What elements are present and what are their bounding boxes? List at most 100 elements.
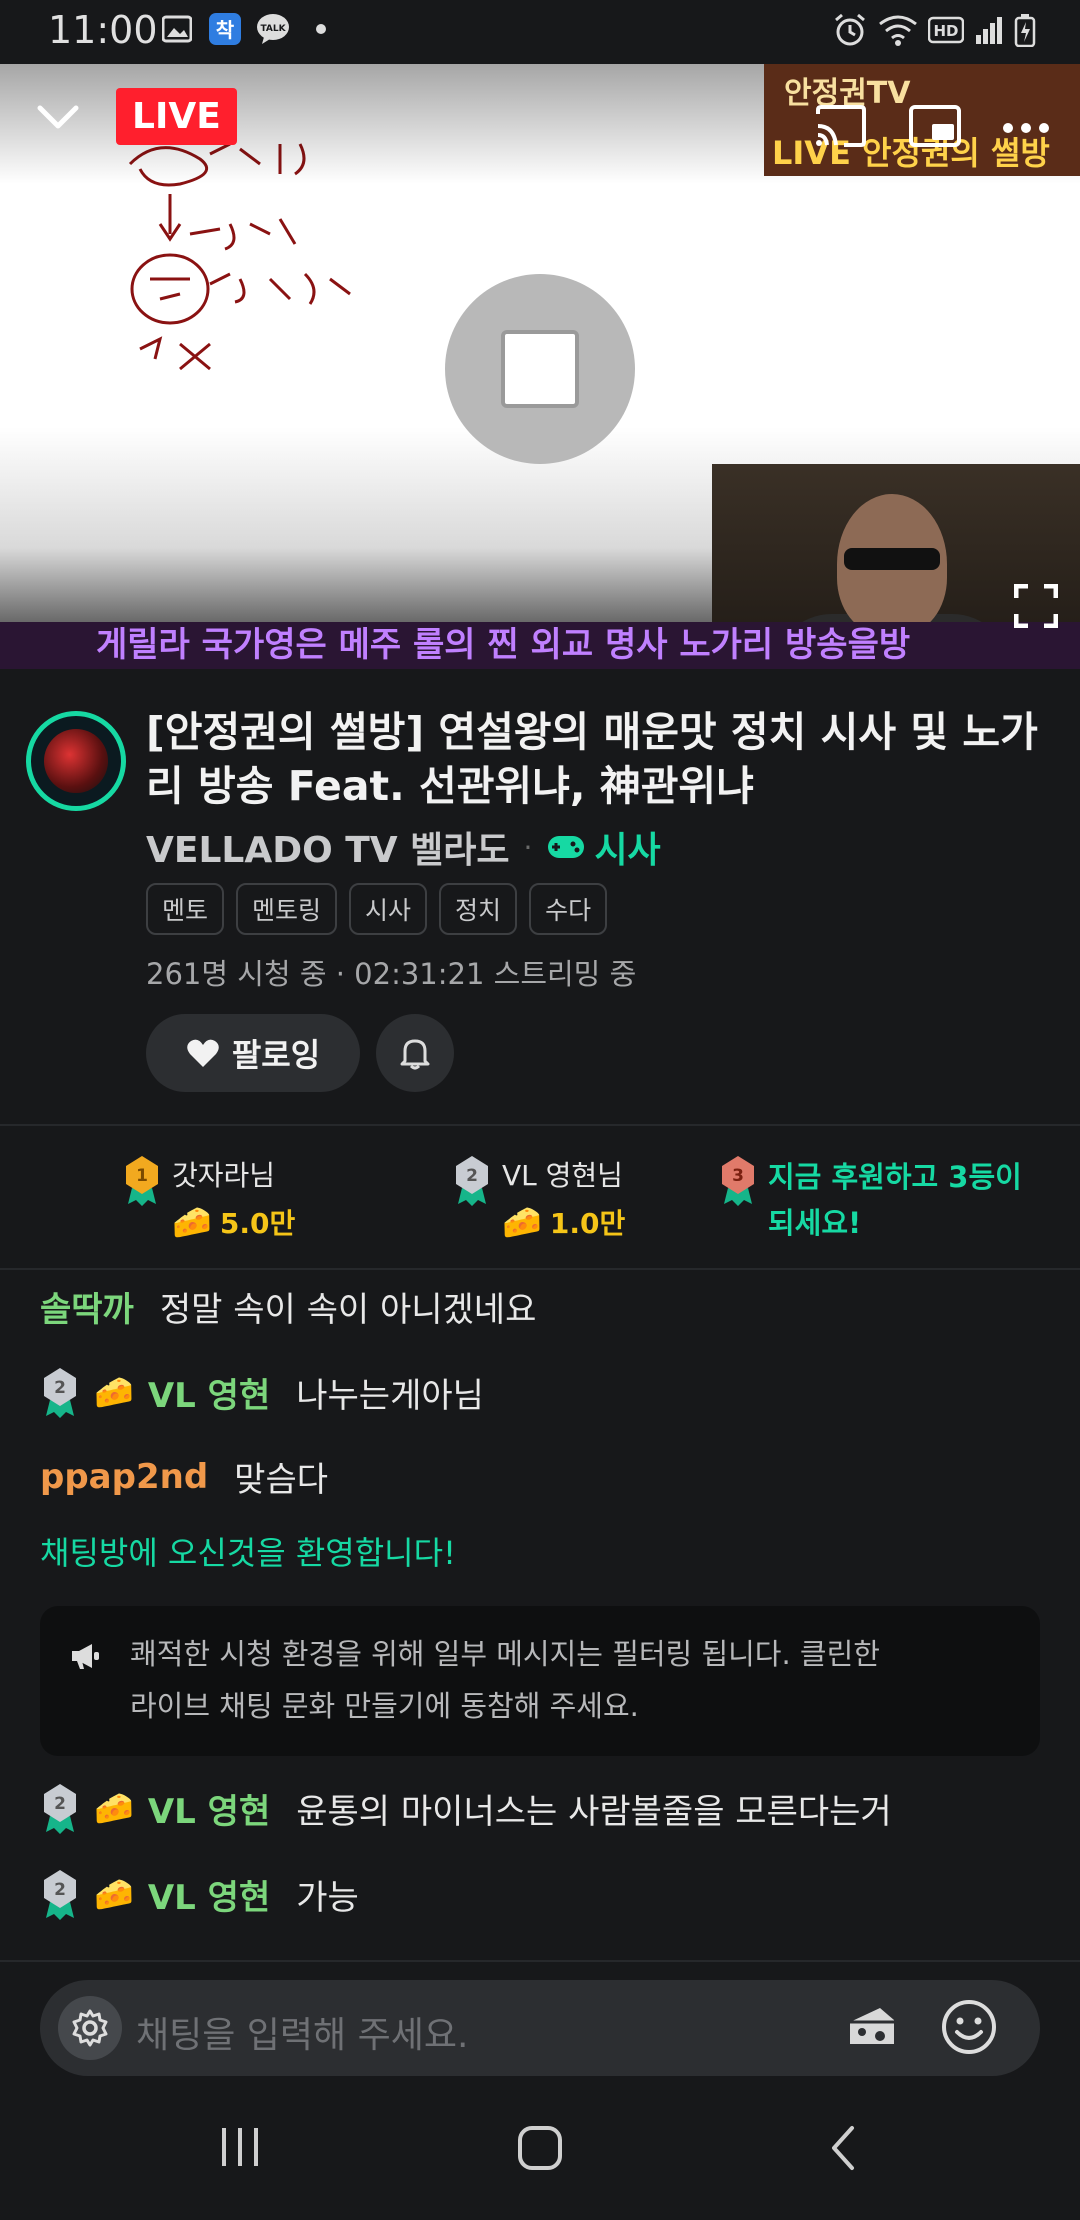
chat-input-placeholder: 채팅을 입력해 주세요.: [136, 2015, 469, 2056]
emoji-button[interactable]: [940, 1998, 998, 2060]
smiley-icon: [942, 2000, 996, 2054]
follow-button[interactable]: 팔로잉: [146, 1014, 360, 1092]
cheese-icon: 🧀: [94, 1373, 134, 1411]
viewer-count: 261명 시청 중: [146, 957, 327, 991]
recent-apps-button[interactable]: [218, 2124, 262, 2174]
chat-username[interactable]: VL 영현: [148, 1368, 270, 1417]
cheese-icon: 🧀: [502, 1203, 542, 1241]
stream-stats: 261명 시청 중 · 02:31:21 스트리밍 중: [146, 951, 636, 993]
chat-list[interactable]: 솔딱까 정말 속이 속이 아니겠네요 2 🧀 VL 영현 나누는게아님 ppap…: [0, 1270, 1080, 1960]
cheese-icon: [850, 2008, 894, 2044]
status-right-icons: HD: [832, 12, 1036, 52]
chat-message[interactable]: ppap2nd 맞슴다: [40, 1452, 328, 1501]
separator-dot: ·: [523, 830, 533, 864]
alarm-icon: [832, 12, 868, 52]
stream-uptime: 02:31:21 스트리밍 중: [354, 957, 637, 991]
separator-dot: ·: [335, 957, 355, 991]
silver-medal-icon: 2: [456, 1156, 488, 1206]
battery-icon: [1014, 13, 1036, 51]
rank-first[interactable]: 1 갓자라님 🧀 5.0만: [122, 1154, 295, 1242]
tag-chip[interactable]: 수다: [529, 883, 608, 935]
chat-text: 나누는게아님: [296, 1375, 484, 1416]
chat-username[interactable]: 솔딱까: [40, 1282, 134, 1331]
rank-third-cta: 지금 후원하고 3등이 되세요!: [768, 1160, 1022, 1240]
gear-icon: [72, 2009, 108, 2047]
cheese-icon: 🧀: [172, 1203, 212, 1241]
chat-username[interactable]: ppap2nd: [40, 1457, 208, 1497]
recent-apps-icon: [222, 2128, 258, 2166]
svg-text:2: 2: [466, 1166, 478, 1186]
tag-chip[interactable]: 시사: [349, 883, 428, 935]
channel-avatar[interactable]: [26, 711, 126, 811]
stream-title: [안정권의 썰방] 연설왕의 매운맛 정치 시사 및 노가리 방송 Feat. …: [146, 708, 1038, 810]
chat-input[interactable]: 채팅을 입력해 주세요.: [40, 1980, 1040, 2076]
rank-second-amount: 🧀 1.0만: [502, 1203, 626, 1241]
svg-text:2: 2: [54, 1880, 66, 1900]
chat-text: 맞슴다: [234, 1460, 329, 1500]
hd-icon: HD: [927, 16, 965, 48]
video-ticker: 게릴라 국가영은 메주 롤의 찐 외교 명사 노가리 방송을방: [0, 622, 1080, 669]
video-controls: [814, 104, 1050, 152]
chat-username[interactable]: VL 영현: [148, 1870, 270, 1919]
chevron-down-icon[interactable]: [36, 102, 80, 136]
stream-info: [안정권의 썰방] 연설왕의 매운맛 정치 시사 및 노가리 방송 Feat. …: [0, 669, 1080, 1124]
category-link[interactable]: 시사: [546, 821, 661, 873]
channel-row: VELLADO TV 벨라도 · 시사: [146, 821, 661, 873]
svg-text:2: 2: [54, 1794, 66, 1814]
tag-chip[interactable]: 정치: [439, 883, 518, 935]
back-icon: [832, 2126, 854, 2170]
cheese-icon: 🧀: [94, 1789, 134, 1827]
rank-third[interactable]: 3 지금 후원하고 3등이 되세요!: [718, 1154, 1022, 1246]
svg-text:TALK: TALK: [260, 24, 286, 34]
status-left-icons: 착 TALK: [160, 12, 338, 46]
notice-line-1: 쾌적한 시청 환경을 위해 일부 메시지는 필터링 됩니다. 클린한: [130, 1637, 880, 1671]
channel-name[interactable]: VELLADO TV 벨라도: [146, 821, 510, 873]
chat-text: 정말 속이 속이 아니겠네요: [159, 1290, 537, 1330]
cast-icon[interactable]: [814, 104, 868, 152]
donate-cheese-button[interactable]: [846, 2004, 898, 2054]
donation-ranking: 1 갓자라님 🧀 5.0만 2 VL 영현님 🧀 1.0만 3 지금 후원하고 3등…: [0, 1124, 1080, 1270]
system-nav-bar: [0, 2080, 1080, 2220]
home-button[interactable]: [516, 2124, 564, 2176]
chat-username[interactable]: VL 영현: [148, 1784, 270, 1833]
stop-button[interactable]: [445, 274, 635, 464]
svg-text:1: 1: [136, 1166, 148, 1186]
chat-message[interactable]: 솔딱까 정말 속이 속이 아니겠네요: [40, 1282, 536, 1331]
svg-text:HD: HD: [933, 22, 958, 40]
tag-chip[interactable]: 멘토링: [236, 883, 338, 935]
gamepad-icon: [548, 836, 585, 858]
dot-icon: [304, 12, 338, 46]
chat-settings-button[interactable]: [58, 1996, 122, 2060]
welcome-message: 채팅방에 오신것을 환영합니다!: [40, 1534, 456, 1572]
stop-icon: [501, 330, 579, 408]
silver-medal-icon: 2: [44, 1784, 76, 1834]
image-icon: [160, 12, 194, 46]
live-badge: LIVE: [116, 88, 237, 145]
bronze-medal-icon: 3: [722, 1156, 754, 1206]
bell-icon: [400, 1039, 430, 1070]
more-options-icon[interactable]: [1002, 119, 1050, 138]
chat-message[interactable]: 2 🧀 VL 영현 나누는게아님: [40, 1366, 484, 1418]
status-bar: 11:00 착 TALK HD: [0, 0, 1080, 64]
kakaotalk-icon: TALK: [256, 12, 290, 46]
notification-button[interactable]: [376, 1014, 454, 1092]
notice-line-2: 라이브 채팅 문화 만들기에 동참해 주세요.: [130, 1689, 639, 1723]
svg-text:착: 착: [216, 18, 235, 42]
category-label: 시사: [594, 830, 661, 871]
rank-first-amount: 🧀 5.0만: [172, 1203, 296, 1241]
chat-message[interactable]: 2 🧀 VL 영현 가능: [40, 1868, 359, 1920]
app-badge-icon: 착: [208, 12, 242, 46]
rank-first-name: 갓자라님: [172, 1159, 276, 1192]
pip-icon[interactable]: [908, 104, 962, 152]
video-player[interactable]: LIVE 안정권TV LIVE 안정권의 썰방 게릴라 국가영은 메주 롤의 찐…: [0, 64, 1080, 669]
cheese-icon: 🧀: [94, 1875, 134, 1913]
heart-icon: [187, 1039, 219, 1067]
chat-notice: 쾌적한 시청 환경을 위해 일부 메시지는 필터링 됩니다. 클린한 라이브 채…: [40, 1606, 1040, 1756]
tag-chip[interactable]: 멘토: [146, 883, 225, 935]
chat-message[interactable]: 2 🧀 VL 영현 윤통의 마이너스는 사람볼줄을 모른다는거: [40, 1782, 892, 1834]
chat-input-area: 채팅을 입력해 주세요.: [0, 1960, 1080, 2080]
back-button[interactable]: [826, 2124, 860, 2176]
fullscreen-icon[interactable]: [1013, 583, 1059, 632]
silver-medal-icon: 2: [44, 1368, 76, 1418]
rank-second[interactable]: 2 VL 영현님 🧀 1.0만: [452, 1154, 625, 1242]
